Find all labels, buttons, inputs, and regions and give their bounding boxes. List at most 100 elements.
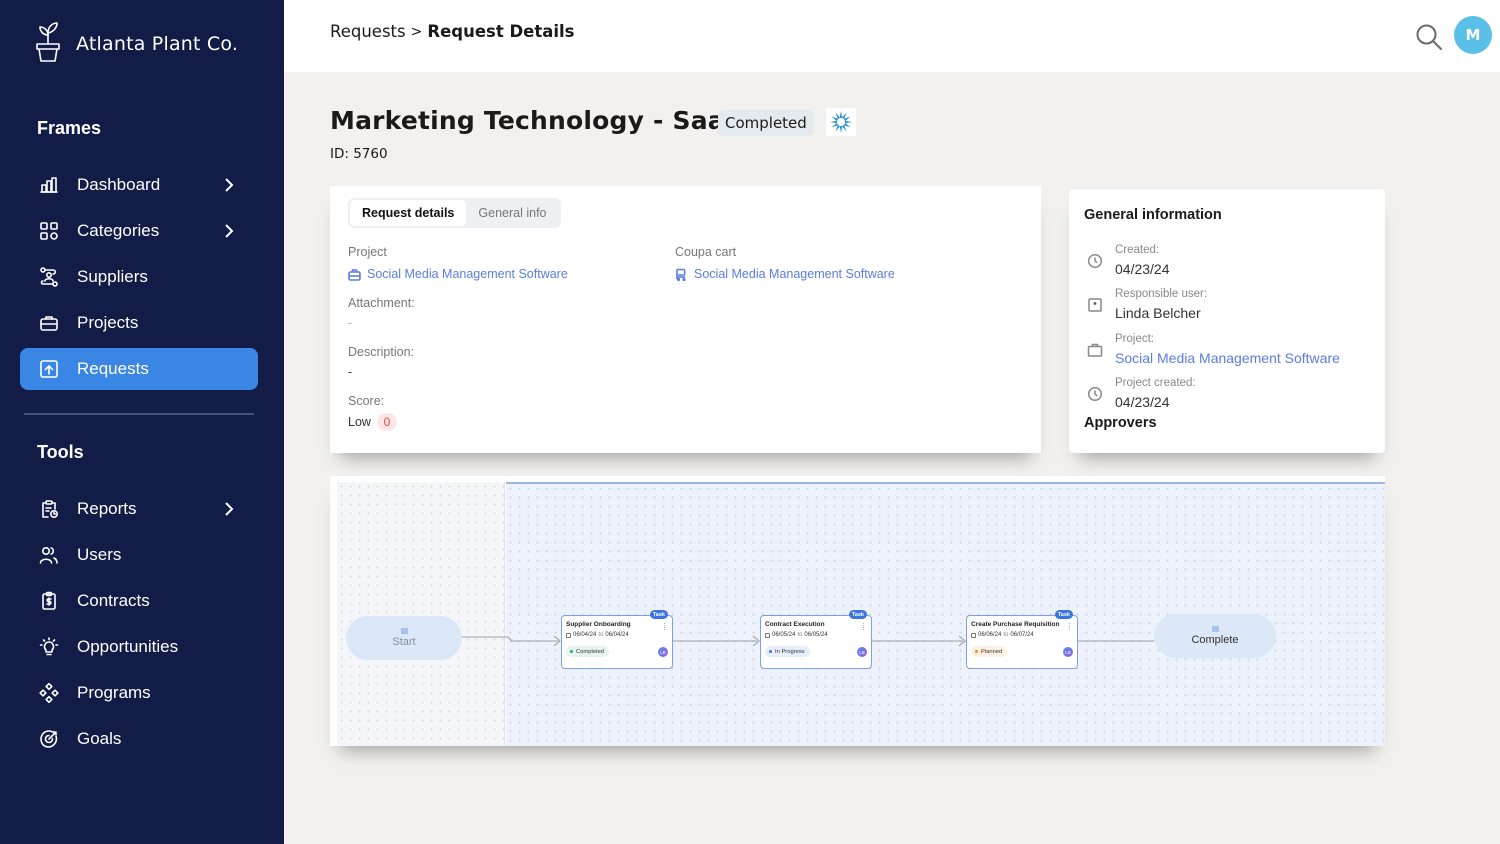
sidebar-item-label: Contracts [77,591,150,610]
top-header: Requests > Request Details M [284,0,1500,72]
status-dot [769,650,772,653]
task-status-text: In Progress [775,648,805,655]
more-options-icon[interactable] [664,623,666,630]
task-tag: Task [649,610,668,619]
task-tag: Task [848,610,867,619]
workflow-task-card[interactable]: Task Create Purchase Requisition 06/06/2… [966,610,1078,669]
chevron-right-icon [222,222,236,240]
coupa-cart-link[interactable]: Social Media Management Software [675,267,895,281]
tab-general-info[interactable]: General info [466,200,558,226]
starburst-logo-icon [830,111,852,133]
approvers-title: Approvers [1084,415,1157,431]
diamond-dots-icon [39,683,59,703]
briefcase-icon [39,313,59,333]
workflow-task-card[interactable]: Task Contract Execution 06/05/24 to 06/0… [760,610,872,669]
chevron-right-icon [222,500,236,518]
flag-icon [1211,626,1219,632]
sidebar-item-categories[interactable]: Categories [20,210,258,252]
info-label: Created: [1115,244,1160,256]
workflow-task-card[interactable]: Task Supplier Onboarding 06/04/24 to 06/… [561,610,673,669]
workflow-canvas[interactable]: Start Task Supplier Onboarding 06/04/24 … [330,476,1385,746]
sidebar-item-label: Users [77,545,122,564]
sidebar-item-goals[interactable]: Goals [20,718,258,760]
attachment-value: - [348,316,353,330]
potted-plant-icon [34,20,62,67]
task-status-text: Completed [576,648,605,655]
workflow-start-node[interactable]: Start [346,616,462,660]
request-id: ID: 5760 [330,146,388,162]
brand-name: Atlanta Plant Co. [76,32,239,55]
tab-request-details[interactable]: Request details [350,200,467,226]
clock-icon [1087,253,1103,269]
sidebar-item-label: Programs [77,683,151,702]
user-avatar[interactable]: M [1454,16,1492,54]
calendar-icon [765,632,770,638]
task-date-separator: to [1003,632,1009,638]
workflow-complete-node[interactable]: Complete [1154,614,1276,658]
supplier-route-icon [39,267,59,287]
sidebar-item-label: Goals [77,729,122,748]
coupa-cart-link-text: Social Media Management Software [694,267,895,281]
sidebar-item-projects[interactable]: Projects [20,302,258,344]
general-info-title: General information [1084,207,1222,223]
task-title: Supplier Onboarding [566,621,631,628]
project-info-link[interactable]: Social Media Management Software [1115,350,1340,366]
project-link[interactable]: Social Media Management Software [348,267,568,281]
sidebar-item-suppliers[interactable]: Suppliers [20,256,258,298]
flag-icon [400,628,408,634]
task-date-separator: to [598,632,604,638]
task-dates: 06/04/24 to 06/04/24 [566,632,629,638]
frames-section-title: Frames [37,118,102,138]
assignee-avatar: LB [857,647,867,657]
task-start-date: 06/05/24 [772,632,796,638]
sidebar-divider [24,413,254,415]
bar-chart-icon [39,175,59,195]
page-title: Marketing Technology - SaaS [330,106,744,135]
breadcrumb-parent-link[interactable]: Requests [330,22,406,41]
info-label: Project created: [1115,377,1196,389]
score-label: Score: [348,394,385,408]
search-button[interactable] [1414,22,1444,52]
assignee-avatar: LB [658,647,668,657]
breadcrumb-current: Request Details [427,22,575,41]
sidebar-item-users[interactable]: Users [20,534,258,576]
sidebar-item-requests[interactable]: Requests [20,348,258,390]
attachment-label: Attachment: [348,296,415,310]
sidebar-item-opportunities[interactable]: Opportunities [20,626,258,668]
start-label: Start [392,636,416,648]
breadcrumb: Requests > Request Details [330,22,575,41]
more-options-icon[interactable] [1069,623,1071,630]
task-tag: Task [1054,610,1073,619]
description-label: Description: [348,345,414,359]
info-value: Linda Belcher [1115,305,1201,321]
sidebar-item-label: Reports [77,499,137,518]
task-start-date: 06/04/24 [573,632,597,638]
project-label: Project [348,245,387,259]
target-icon [39,729,59,749]
briefcase-icon [1087,342,1103,358]
upload-box-icon [39,359,59,379]
calendar-icon [971,632,976,638]
sidebar: Atlanta Plant Co. Frames Dashboard Categ… [0,0,284,844]
sidebar-item-label: Requests [77,359,149,378]
sidebar-item-reports[interactable]: Reports [20,488,258,530]
sidebar-item-programs[interactable]: Programs [20,672,258,714]
clipboard-dollar-icon [39,591,59,611]
badge-icon [1087,297,1103,313]
sidebar-item-label: Dashboard [77,175,161,194]
sidebar-item-contracts[interactable]: Contracts [20,580,258,622]
brand[interactable]: Atlanta Plant Co. [34,20,238,67]
briefcase-icon [348,268,361,281]
more-options-icon[interactable] [863,623,865,630]
task-status-badge: In Progress [765,646,810,657]
clipboard-clock-icon [39,499,59,519]
lightbulb-icon [39,637,59,657]
breadcrumb-separator: > [410,23,423,40]
task-title: Contract Execution [765,621,825,628]
clock-icon [1087,386,1103,402]
score-value: Low 0 [348,413,397,431]
project-link-text: Social Media Management Software [367,267,568,281]
sidebar-item-dashboard[interactable]: Dashboard [20,164,258,206]
search-icon [1416,24,1442,50]
status-badge: Completed [718,110,814,136]
